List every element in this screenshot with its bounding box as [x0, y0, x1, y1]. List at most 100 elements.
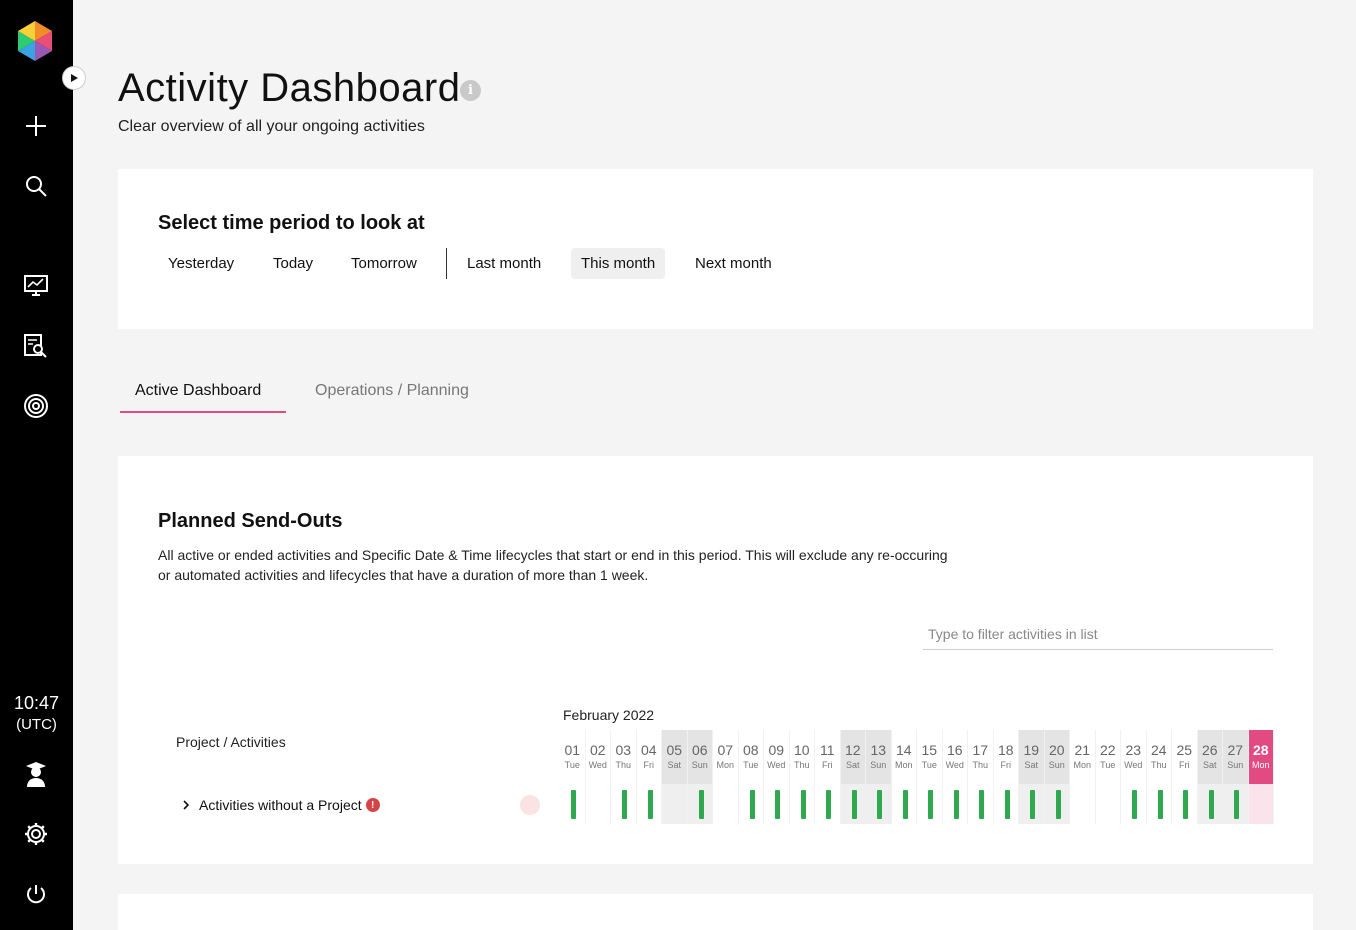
day-column[interactable]: 19 Sat: [1019, 730, 1045, 824]
day-cell[interactable]: [637, 784, 662, 824]
activity-bar[interactable]: [928, 790, 933, 819]
day-column[interactable]: 12 Sat: [840, 730, 866, 824]
day-column[interactable]: 01 Tue: [560, 730, 586, 824]
tab-active-dashboard[interactable]: Active Dashboard: [135, 382, 261, 400]
chevron-right-icon[interactable]: [179, 798, 193, 812]
day-column[interactable]: 03 Thu: [611, 730, 637, 824]
day-column[interactable]: 07 Mon: [713, 730, 739, 824]
day-column[interactable]: 27 Sun: [1223, 730, 1249, 824]
activity-bar[interactable]: [877, 790, 882, 819]
day-column[interactable]: 22 Tue: [1096, 730, 1121, 824]
period-tomorrow-button[interactable]: Tomorrow: [341, 248, 427, 279]
search-icon[interactable]: [22, 172, 50, 200]
day-cell[interactable]: [1223, 784, 1248, 824]
day-column[interactable]: 05 Sat: [662, 730, 688, 824]
activity-filter-input[interactable]: [923, 618, 1273, 650]
period-today-button[interactable]: Today: [263, 248, 323, 279]
day-cell[interactable]: [560, 784, 585, 824]
day-cell[interactable]: [1248, 784, 1273, 824]
monitor-chart-icon[interactable]: [22, 272, 50, 300]
day-column[interactable]: 04 Fri: [637, 730, 662, 824]
activity-bar[interactable]: [1157, 790, 1163, 819]
day-cell[interactable]: [917, 784, 942, 824]
day-column[interactable]: 28 Mon: [1248, 730, 1274, 824]
day-cell[interactable]: [739, 784, 764, 824]
activity-bar[interactable]: [698, 790, 704, 819]
day-column[interactable]: 11 Fri: [815, 730, 841, 824]
day-cell[interactable]: [687, 784, 712, 824]
report-search-icon[interactable]: [22, 332, 50, 360]
day-cell[interactable]: [815, 784, 840, 824]
day-column[interactable]: 14 Mon: [892, 730, 917, 824]
day-cell[interactable]: [1019, 784, 1044, 824]
day-cell[interactable]: [1070, 784, 1095, 824]
user-graduate-icon[interactable]: [22, 760, 50, 788]
activity-bar[interactable]: [851, 790, 857, 819]
plus-icon[interactable]: [22, 112, 50, 140]
day-column[interactable]: 17 Thu: [968, 730, 994, 824]
activity-bar[interactable]: [1234, 790, 1239, 819]
target-icon[interactable]: [22, 392, 50, 420]
day-cell[interactable]: [1121, 784, 1146, 824]
activity-bar[interactable]: [775, 790, 780, 819]
day-column[interactable]: 26 Sat: [1197, 730, 1223, 824]
period-yesterday-button[interactable]: Yesterday: [158, 248, 244, 279]
activity-bar[interactable]: [647, 790, 653, 819]
activities-without-project-row[interactable]: Activities without a Project !: [176, 795, 380, 815]
day-cell[interactable]: [994, 784, 1019, 824]
tab-operations-planning[interactable]: Operations / Planning: [315, 382, 469, 400]
logo-icon[interactable]: [17, 21, 53, 61]
sidebar-toggle-button[interactable]: [62, 66, 86, 90]
activity-bar[interactable]: [1132, 790, 1137, 819]
activity-bar[interactable]: [622, 790, 627, 819]
day-cell[interactable]: [968, 784, 993, 824]
day-cell[interactable]: [866, 784, 891, 824]
gear-icon[interactable]: [22, 820, 50, 848]
activity-bar[interactable]: [902, 790, 908, 819]
day-cell[interactable]: [1044, 784, 1069, 824]
day-column[interactable]: 21 Mon: [1070, 730, 1096, 824]
activity-bar[interactable]: [1208, 790, 1214, 819]
period-next-month-button[interactable]: Next month: [685, 248, 782, 279]
day-cell[interactable]: [586, 784, 611, 824]
day-column[interactable]: 02 Wed: [586, 730, 611, 824]
info-icon[interactable]: i: [460, 80, 481, 101]
activity-bar[interactable]: [571, 790, 576, 819]
day-cell[interactable]: [943, 784, 968, 824]
period-this-month-button[interactable]: This month: [571, 248, 666, 279]
activity-bar[interactable]: [800, 790, 806, 819]
activity-bar[interactable]: [1030, 790, 1035, 819]
day-column[interactable]: 09 Wed: [764, 730, 790, 824]
day-column[interactable]: 08 Tue: [739, 730, 764, 824]
activity-bar[interactable]: [979, 790, 984, 819]
power-icon[interactable]: [22, 880, 50, 908]
activity-bar[interactable]: [1183, 790, 1188, 819]
activity-bar[interactable]: [826, 790, 831, 819]
day-cell[interactable]: [840, 784, 865, 824]
activity-bar[interactable]: [953, 790, 959, 819]
day-column[interactable]: 24 Thu: [1147, 730, 1172, 824]
period-last-month-button[interactable]: Last month: [457, 248, 551, 279]
day-cell[interactable]: [892, 784, 917, 824]
day-cell[interactable]: [1197, 784, 1222, 824]
activity-bar[interactable]: [749, 790, 755, 819]
day-column[interactable]: 25 Fri: [1172, 730, 1198, 824]
day-cell[interactable]: [611, 784, 636, 824]
day-column[interactable]: 16 Wed: [943, 730, 968, 824]
day-cell[interactable]: [662, 784, 687, 824]
day-cell[interactable]: [1147, 784, 1172, 824]
day-cell[interactable]: [1096, 784, 1121, 824]
day-cell[interactable]: [764, 784, 789, 824]
activity-bar[interactable]: [1055, 790, 1061, 819]
day-cell[interactable]: [790, 784, 815, 824]
day-column[interactable]: 06 Sun: [687, 730, 713, 824]
day-column[interactable]: 15 Tue: [917, 730, 943, 824]
day-column[interactable]: 18 Fri: [994, 730, 1019, 824]
activity-bar[interactable]: [1004, 790, 1010, 819]
day-column[interactable]: 20 Sun: [1044, 730, 1070, 824]
day-cell[interactable]: [713, 784, 738, 824]
day-column[interactable]: 23 Wed: [1121, 730, 1147, 824]
day-cell[interactable]: [1172, 784, 1197, 824]
day-column[interactable]: 13 Sun: [866, 730, 892, 824]
day-column[interactable]: 10 Thu: [790, 730, 815, 824]
